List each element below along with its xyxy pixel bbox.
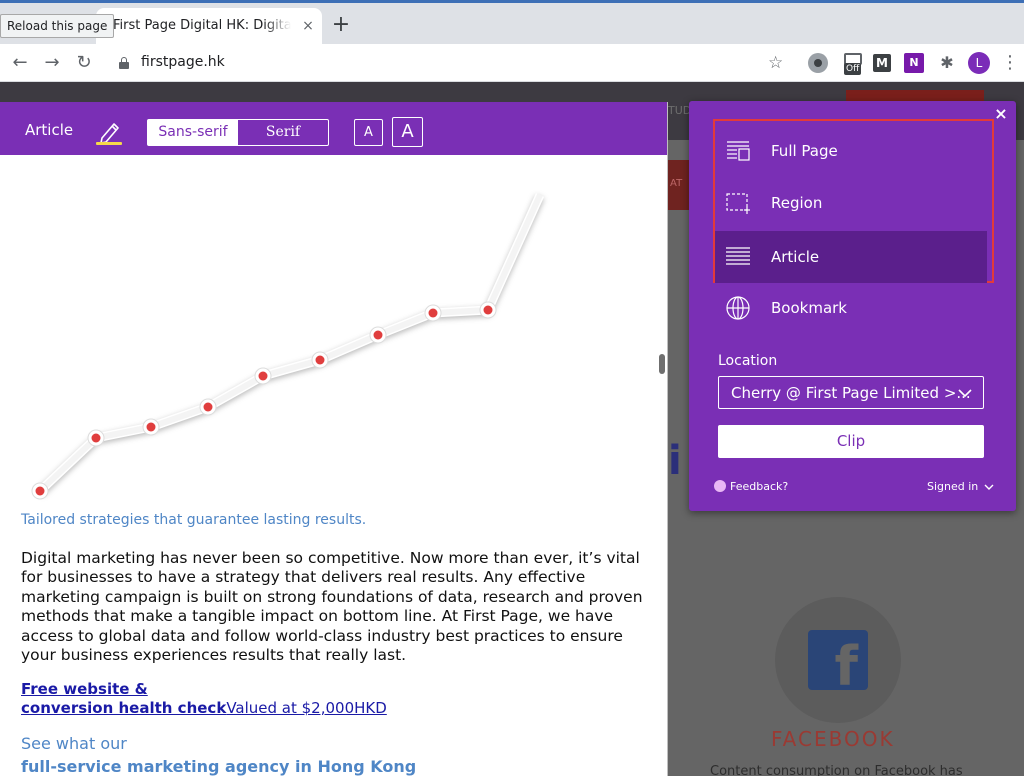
site-side-fragment: AT xyxy=(670,178,683,189)
article-icon xyxy=(726,247,750,265)
tab-strip: Reload this page First Page Digital HK: … xyxy=(0,0,1024,44)
browser-toolbar: ← → ↻ firstpage.hk ☆ xyxy=(0,44,1024,82)
close-icon[interactable]: × xyxy=(991,104,1011,124)
article-offer: Free website & conversion health checkVa… xyxy=(21,680,387,718)
onenote-extension-icon[interactable]: N xyxy=(904,53,924,73)
reader-scrollbar-thumb[interactable] xyxy=(659,354,665,374)
article-growth-graphic xyxy=(31,193,545,500)
signed-in-menu[interactable]: Signed in xyxy=(927,480,994,493)
chrome-menu-icon[interactable]: ⋮ xyxy=(1000,52,1020,74)
feedback-label: Feedback? xyxy=(730,480,789,493)
full-page-icon xyxy=(727,141,750,161)
camera-extension-icon[interactable] xyxy=(808,53,828,73)
address-bar[interactable]: firstpage.hk xyxy=(110,49,800,77)
location-dropdown[interactable]: Cherry @ First Page Limited >... xyxy=(718,376,984,409)
graphic-points xyxy=(31,301,497,500)
offer-value[interactable]: Valued at $2,000HKD xyxy=(226,699,386,717)
agency-link[interactable]: full-service marketing agency in Hong Ko… xyxy=(21,757,416,776)
extensions-puzzle-icon[interactable]: ✱ xyxy=(937,53,957,73)
profile-avatar[interactable]: L xyxy=(968,52,990,74)
signed-in-label: Signed in xyxy=(927,480,979,493)
location-label: Location xyxy=(718,353,778,369)
article-reader-pane: Article Sans-serif Serif A A Tailored st… xyxy=(0,102,668,776)
tab-strip-accent xyxy=(0,0,1024,3)
sans-serif-option[interactable]: Sans-serif xyxy=(148,120,238,145)
highlighter-color-bar xyxy=(96,142,122,145)
mode-label-full-page: Full Page xyxy=(771,142,838,160)
article-body: Digital marketing has never been so comp… xyxy=(21,549,643,665)
mode-label-region: Region xyxy=(771,194,823,212)
bookmark-star-icon[interactable]: ☆ xyxy=(768,53,783,73)
globe-icon xyxy=(726,296,750,320)
location-value: Cherry @ First Page Limited >... xyxy=(731,384,971,402)
tab-close-icon[interactable]: × xyxy=(299,17,317,35)
decrease-font-size-button[interactable]: A xyxy=(354,119,383,146)
increase-font-size-button[interactable]: A xyxy=(392,117,423,147)
reload-icon[interactable]: ↻ xyxy=(73,52,95,74)
reader-mode-label: Article xyxy=(25,121,74,139)
article-see-text: See what our xyxy=(21,734,127,753)
mode-label-bookmark: Bookmark xyxy=(771,299,847,317)
tab-first-page[interactable]: First Page Digital HK: Digital Marketing… xyxy=(96,8,322,44)
chevron-down-icon xyxy=(958,389,972,398)
onenote-clipper-panel: × Full Page Region Article Bookmark Loca… xyxy=(689,101,1016,511)
back-arrow-icon[interactable]: ← xyxy=(9,52,31,74)
reload-tooltip: Reload this page xyxy=(0,14,115,38)
smiley-icon xyxy=(714,480,726,492)
tab-title: First Page Digital HK: Digital Marketing… xyxy=(113,18,291,33)
offer-link-line1[interactable]: Free website & xyxy=(21,680,148,698)
lock-icon xyxy=(119,57,129,69)
site-heading-fragment: i xyxy=(668,438,683,484)
forward-arrow-icon[interactable]: → xyxy=(41,52,63,74)
mode-bookmark[interactable]: Bookmark xyxy=(715,282,987,334)
serif-option[interactable]: Serif xyxy=(238,120,328,145)
site-nav-fragment: TUD xyxy=(668,104,692,117)
clip-button[interactable]: Clip xyxy=(718,425,984,458)
new-tab-button[interactable]: + xyxy=(330,14,352,36)
offer-link-line2[interactable]: conversion health check xyxy=(21,699,226,717)
article-tagline: Tailored strategies that guarantee lasti… xyxy=(21,512,367,528)
font-style-toggle: Sans-serif Serif xyxy=(147,119,329,146)
url-text[interactable]: firstpage.hk xyxy=(141,54,225,70)
reader-toolbar: Article Sans-serif Serif A A xyxy=(0,102,667,155)
m-extension-icon[interactable]: M xyxy=(873,54,891,72)
facebook-icon: f xyxy=(808,630,868,690)
region-icon xyxy=(726,193,750,214)
off-badge: Off xyxy=(844,63,862,75)
facebook-title: FACEBOOK xyxy=(771,727,895,751)
mode-article[interactable]: Article xyxy=(715,231,987,283)
facebook-description: Content consumption on Facebook has xyxy=(710,764,963,776)
mode-label-article: Article xyxy=(771,248,820,266)
chevron-down-icon xyxy=(984,484,994,490)
mode-full-page[interactable]: Full Page xyxy=(715,125,987,177)
off-extension-icon[interactable]: Off xyxy=(842,53,864,75)
mode-region[interactable]: Region xyxy=(715,177,987,229)
feedback-link[interactable]: Feedback? xyxy=(714,480,788,493)
